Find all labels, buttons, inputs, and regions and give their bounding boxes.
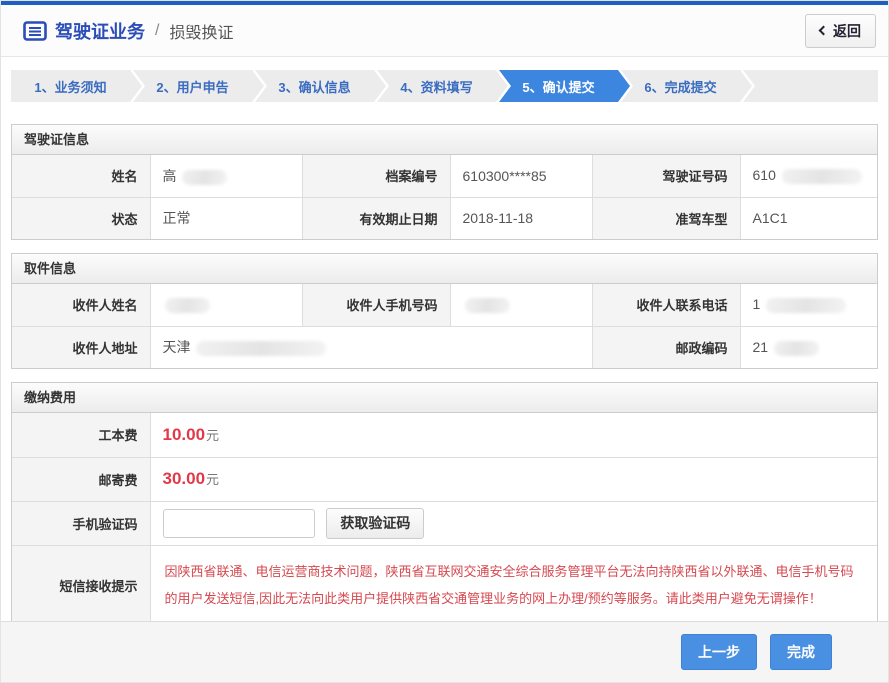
license-number-value: 610 [740,155,877,197]
step-3-confirm-info[interactable]: 3、确认信息 [255,70,374,102]
license-number-text: 610 [753,167,776,183]
expiry-date-label: 有效期止日期 [302,197,450,239]
license-info-section: 驾驶证信息 姓名 高 档案编号 610300****85 驾驶证号 [11,124,878,240]
recipient-address-label: 收件人地址 [12,326,150,368]
step-2-user-declaration[interactable]: 2、用户申告 [133,70,252,102]
form-list-icon [23,21,47,41]
breadcrumb: 驾驶证业务 / 损毁换证 [23,18,233,44]
driver-license-service-page: 驾驶证业务 / 损毁换证 返回 1、业务须知 2、用户申告 3、确认信息 4、资… [0,0,889,683]
table-row: 姓名 高 档案编号 610300****85 驾驶证号码 610 [12,155,877,197]
back-button[interactable]: 返回 [805,14,876,48]
page-header: 驾驶证业务 / 损毁换证 返回 [1,5,888,57]
status-label: 状态 [12,197,150,239]
vehicle-class-value: A1C1 [740,197,877,239]
breadcrumb-separator: / [155,22,159,40]
recipient-phone-text: 1 [753,296,761,312]
step-1-business-notice[interactable]: 1、业务须知 [11,70,130,102]
file-number-label: 档案编号 [302,155,450,197]
name-label: 姓名 [12,155,150,197]
name-text: 高 [163,168,177,184]
sms-code-label: 手机验证码 [12,501,150,545]
fees-section: 缴纳费用 工本费 10.00元 邮寄费 30.00元 手机验证码 [11,382,878,621]
recipient-mobile-value [450,284,592,326]
step-5-confirm-submit[interactable]: 5、确认提交 [499,70,618,102]
finish-button[interactable]: 完成 [770,634,832,670]
license-info-title: 驾驶证信息 [12,125,877,155]
table-row: 状态 正常 有效期止日期 2018-11-18 准驾车型 A1C1 [12,197,877,239]
expiry-date-text: 2018-11-18 [463,210,534,226]
page-subtitle: 损毁换证 [169,19,233,43]
redaction-blur [766,298,846,313]
postage-fee-value: 30.00元 [150,457,877,501]
postage-fee-label: 邮寄费 [12,457,150,501]
main-content: 驾驶证信息 姓名 高 档案编号 610300****85 驾驶证号 [1,102,888,621]
recipient-address-value: 天津 [150,326,592,368]
redaction-blur [165,298,210,313]
recipient-address-text: 天津 [163,339,191,355]
sms-code-cell: 获取验证码 [150,501,877,545]
step-bar-filler [743,70,878,102]
redaction-blur [782,169,862,184]
pickup-info-title: 取件信息 [12,254,877,284]
status-text: 正常 [163,210,191,226]
cost-fee-value: 10.00元 [150,413,877,457]
postal-code-label: 邮政编码 [592,326,740,368]
table-row: 工本费 10.00元 [12,413,877,457]
postage-fee-unit: 元 [206,472,219,487]
step-6-finish-submit[interactable]: 6、完成提交 [621,70,740,102]
recipient-name-value [150,284,302,326]
pickup-info-table: 收件人姓名 收件人手机号码 收件人联系电话 1 收件人地址 [12,284,877,368]
fees-title: 缴纳费用 [12,383,877,413]
sms-notice-text: 因陕西省联通、电信运营商技术问题，陕西省互联网交通安全综合服务管理平台无法向持陕… [163,546,866,621]
table-row: 邮寄费 30.00元 [12,457,877,501]
footer-action-bar: 上一步 完成 [1,621,888,682]
page-title: 驾驶证业务 [55,18,145,44]
chevron-left-icon [819,26,829,36]
postage-fee-amount: 30.00 [163,469,206,488]
sms-notice-label: 短信接收提示 [12,545,150,621]
vehicle-class-text: A1C1 [753,210,788,226]
recipient-phone-value: 1 [740,284,877,326]
vehicle-class-label: 准驾车型 [592,197,740,239]
redaction-blur [774,341,819,356]
name-value: 高 [150,155,302,197]
cost-fee-unit: 元 [206,428,219,443]
step-4-fill-data[interactable]: 4、资料填写 [377,70,496,102]
postal-code-value: 21 [740,326,877,368]
get-sms-code-button[interactable]: 获取验证码 [326,508,424,539]
step-wizard: 1、业务须知 2、用户申告 3、确认信息 4、资料填写 5、确认提交 6、完成提… [11,70,878,102]
status-value: 正常 [150,197,302,239]
table-row: 收件人姓名 收件人手机号码 收件人联系电话 1 [12,284,877,326]
redaction-blur [182,170,227,185]
recipient-phone-label: 收件人联系电话 [592,284,740,326]
license-number-label: 驾驶证号码 [592,155,740,197]
back-button-label: 返回 [833,21,861,41]
pickup-info-section: 取件信息 收件人姓名 收件人手机号码 收件人联系电话 [11,253,878,369]
recipient-name-label: 收件人姓名 [12,284,150,326]
license-info-table: 姓名 高 档案编号 610300****85 驾驶证号码 610 [12,155,877,239]
sms-code-input[interactable] [163,509,315,538]
table-row: 收件人地址 天津 邮政编码 21 [12,326,877,368]
sms-notice-cell: 因陕西省联通、电信运营商技术问题，陕西省互联网交通安全综合服务管理平台无法向持陕… [150,545,877,621]
fees-table: 工本费 10.00元 邮寄费 30.00元 手机验证码 获取验证码 [12,413,877,621]
cost-fee-label: 工本费 [12,413,150,457]
recipient-mobile-label: 收件人手机号码 [302,284,450,326]
redaction-blur [196,341,326,356]
redaction-blur [465,298,510,313]
postal-code-text: 21 [753,339,769,355]
table-row: 短信接收提示 因陕西省联通、电信运营商技术问题，陕西省互联网交通安全综合服务管理… [12,545,877,621]
file-number-text: 610300****85 [463,168,547,184]
expiry-date-value: 2018-11-18 [450,197,592,239]
file-number-value: 610300****85 [450,155,592,197]
previous-step-button[interactable]: 上一步 [681,634,757,670]
table-row: 手机验证码 获取验证码 [12,501,877,545]
cost-fee-amount: 10.00 [163,425,206,444]
